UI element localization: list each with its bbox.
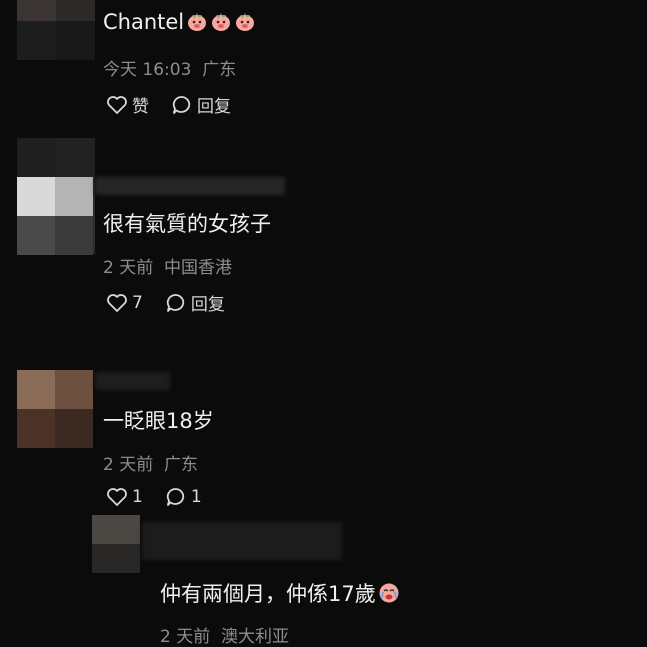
username-blurred — [95, 372, 170, 390]
comment-text: 仲有兩個月，仲係17歲 — [160, 578, 400, 608]
comment-text: 一眨眼18岁 — [103, 409, 214, 433]
speech-bubble-icon — [165, 487, 187, 507]
speech-bubble-icon — [171, 95, 193, 115]
like-label: 赞 — [132, 97, 149, 117]
avatar[interactable] — [92, 515, 140, 573]
like-count: 7 — [132, 292, 143, 313]
avatar[interactable] — [17, 0, 95, 60]
username-blurred — [142, 522, 342, 560]
comment-meta: 今天 16:03 广东 — [103, 60, 237, 80]
reply-label: 回复 — [197, 97, 231, 117]
comment-actions: 1 1 — [106, 487, 202, 507]
heart-outline-icon — [106, 293, 128, 313]
comment-meta: 2 天前 澳大利亚 — [160, 627, 290, 647]
like-button[interactable]: 7 — [106, 293, 143, 313]
reply-label: 回复 — [190, 295, 225, 315]
speech-bubble-icon — [165, 293, 187, 313]
reply-button[interactable]: 回复 — [165, 290, 225, 315]
like-button[interactable]: 1 — [106, 487, 143, 507]
comment-text: Chantel — [103, 10, 256, 34]
reply-count: 1 — [190, 487, 202, 507]
comment-meta: 2 天前 中国香港 — [103, 258, 233, 278]
reply-button[interactable]: 1 — [165, 487, 202, 507]
comment-meta: 2 天前 广东 — [103, 455, 199, 475]
comment-text: 很有氣質的女孩子 — [103, 212, 271, 236]
avatar[interactable] — [17, 370, 93, 448]
comment-actions: 赞 回复 — [106, 92, 231, 117]
like-count: 1 — [132, 487, 143, 507]
pig-face-emoji-icon — [210, 10, 232, 32]
reply-button[interactable]: 回复 — [171, 92, 231, 117]
like-button[interactable]: 赞 — [106, 92, 149, 117]
heart-outline-icon — [106, 487, 128, 507]
avatar-blur-block — [17, 177, 93, 255]
pig-face-emoji-icon — [234, 10, 256, 32]
comment-actions: 7 回复 — [106, 290, 225, 315]
username-blurred — [95, 177, 285, 195]
heart-outline-icon — [106, 95, 128, 115]
pig-face-emoji-icon — [186, 10, 208, 32]
crying-face-emoji-icon — [378, 582, 400, 604]
